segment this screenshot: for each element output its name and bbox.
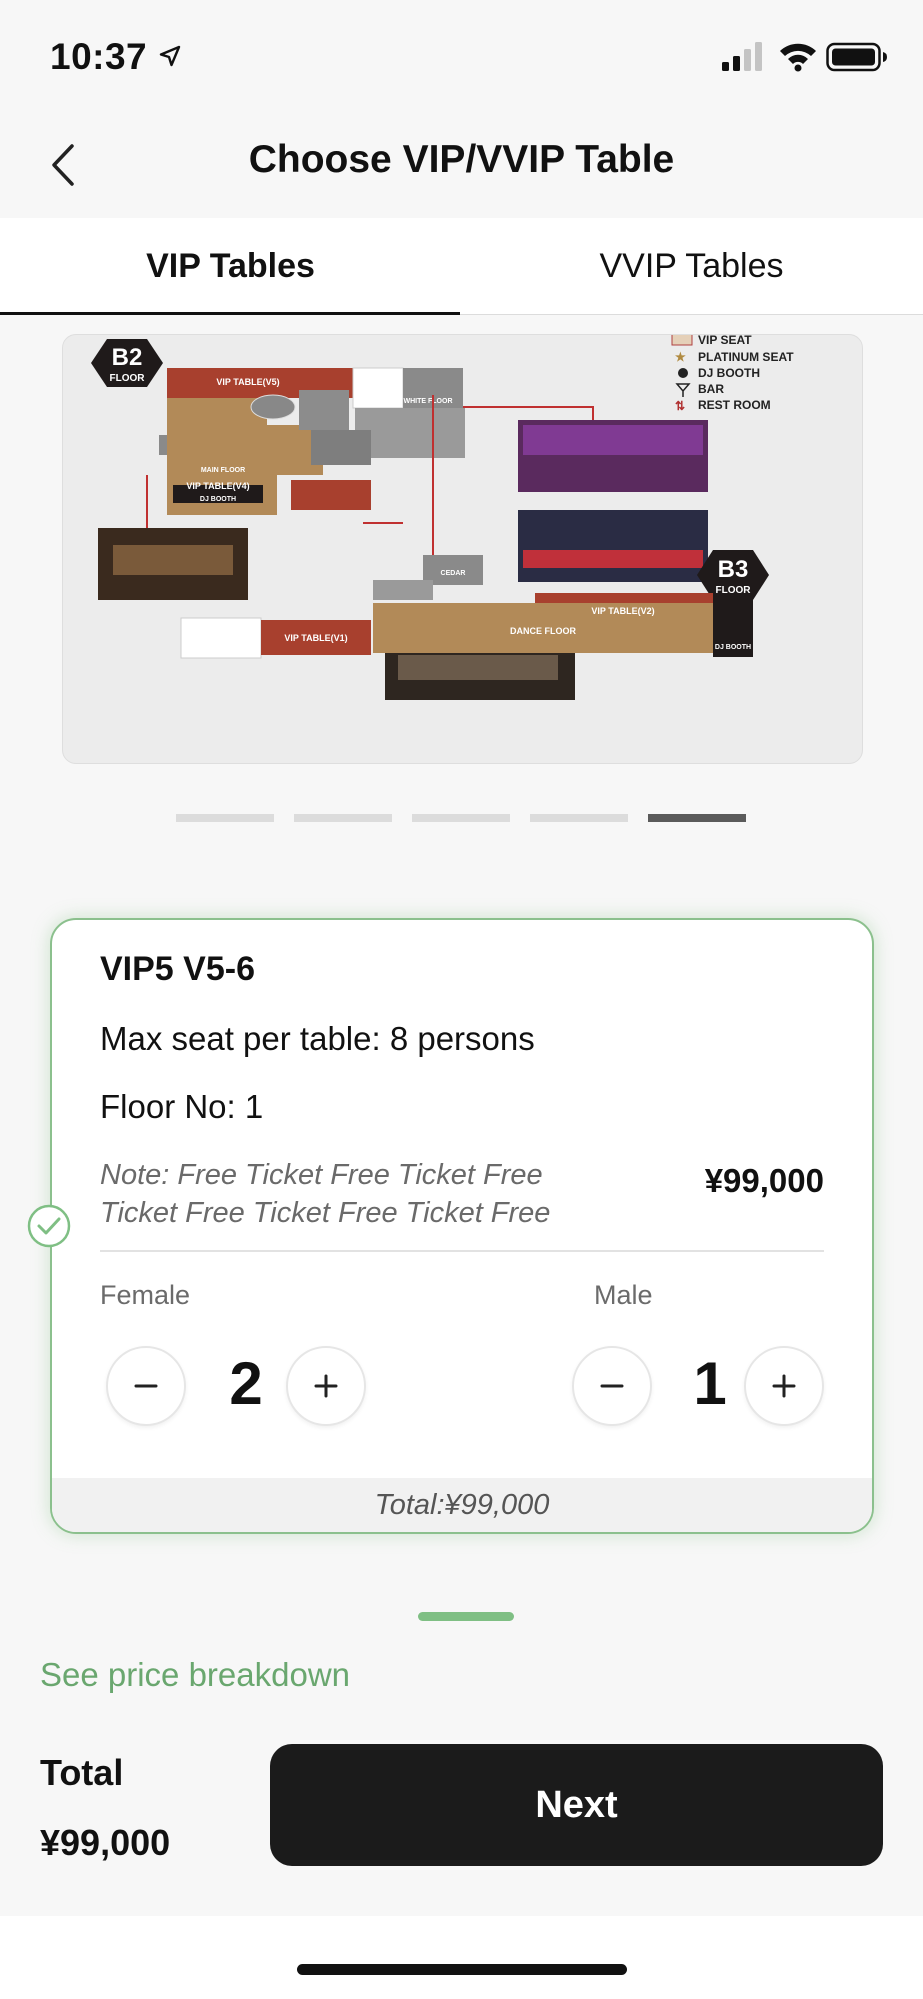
- bottom-safe-area: [0, 1916, 923, 1999]
- tab-vvip-tables[interactable]: VVIP Tables: [461, 218, 922, 314]
- female-count: 2: [229, 1350, 263, 1417]
- table-note: Note: Free Ticket Free Ticket Free Ticke…: [100, 1156, 620, 1232]
- table-price: ¥99,000: [704, 1162, 824, 1199]
- b2-floor-badge: B2 FLOOR: [91, 339, 163, 387]
- dj-booth-icon: [678, 368, 688, 378]
- max-seat-text: Max seat per table: 8 persons: [100, 1020, 535, 1057]
- selected-check-icon[interactable]: [27, 1204, 71, 1248]
- floor-map-drawing: VIP SEAT ★ PLATINUM SEAT DJ BOOTH BAR ⇅ …: [91, 335, 794, 700]
- battery-icon: [826, 42, 887, 72]
- legend-platinum-seat: PLATINUM SEAT: [698, 350, 794, 364]
- table-note-line-1: Note: Free Ticket Free Ticket Free: [100, 1159, 543, 1191]
- table-total: Total:¥99,000: [52, 1478, 872, 1532]
- svg-text:CEDAR: CEDAR: [441, 570, 466, 577]
- svg-text:VIP TABLE(V5): VIP TABLE(V5): [216, 377, 279, 387]
- wifi-icon: [780, 43, 816, 72]
- cellular-signal-icon: [722, 42, 762, 71]
- selected-table-card[interactable]: VIP5 V5-6 Max seat per table: 8 persons …: [50, 918, 874, 1534]
- svg-text:VIP TABLE(V4): VIP TABLE(V4): [186, 481, 249, 491]
- navigation-bar: Choose VIP/VVIP Table: [0, 110, 923, 219]
- next-button[interactable]: Next: [270, 1744, 883, 1866]
- page-dot-1[interactable]: [176, 814, 274, 822]
- male-count: 1: [693, 1350, 727, 1417]
- female-label: Female: [100, 1280, 191, 1310]
- male-decrement-button[interactable]: [572, 1346, 652, 1426]
- male-increment-button[interactable]: [744, 1346, 824, 1426]
- restroom-icon: ⇅: [675, 399, 685, 413]
- location-arrow-icon: [159, 45, 181, 67]
- male-label: Male: [594, 1280, 653, 1310]
- total-label: Total: [40, 1752, 124, 1793]
- svg-text:B2: B2: [112, 344, 143, 371]
- legend-vip-seat: VIP SEAT: [698, 335, 752, 347]
- page-dot-5[interactable]: [648, 814, 746, 822]
- female-increment-button[interactable]: [286, 1346, 366, 1426]
- plus-icon: [772, 1374, 796, 1398]
- bottom-sheet-handle[interactable]: [418, 1612, 514, 1621]
- table-note-line-2: Ticket Free Ticket Free Ticket Free: [100, 1197, 551, 1229]
- svg-text:VIP TABLE(V2): VIP TABLE(V2): [591, 606, 654, 616]
- svg-text:DJ BOOTH: DJ BOOTH: [715, 644, 751, 651]
- svg-text:B3: B3: [718, 556, 749, 583]
- svg-text:MAIN FLOOR: MAIN FLOOR: [201, 467, 245, 474]
- legend-bar: BAR: [698, 382, 724, 396]
- svg-text:WHITE FLOOR: WHITE FLOOR: [404, 398, 453, 405]
- floor-map-image[interactable]: VIP SEAT ★ PLATINUM SEAT DJ BOOTH BAR ⇅ …: [62, 334, 863, 764]
- female-decrement-button[interactable]: [106, 1346, 186, 1426]
- home-indicator[interactable]: [297, 1964, 627, 1975]
- svg-text:DJ BOOTH: DJ BOOTH: [200, 496, 236, 503]
- legend-rest-room: REST ROOM: [698, 398, 771, 412]
- star-icon: ★: [675, 350, 686, 364]
- active-tab-indicator: [0, 312, 460, 315]
- minus-icon: [134, 1384, 158, 1388]
- bar-icon: [675, 383, 691, 397]
- status-time: 10:37: [50, 36, 148, 77]
- page-title: Choose VIP/VVIP Table: [248, 138, 675, 181]
- page-dot-3[interactable]: [412, 814, 510, 822]
- divider: [100, 1250, 824, 1252]
- svg-text:FLOOR: FLOOR: [110, 373, 146, 384]
- table-type-tabs: VIP Tables VVIP Tables: [0, 218, 923, 315]
- svg-text:FLOOR: FLOOR: [716, 585, 752, 596]
- svg-text:VIP TABLE(V1): VIP TABLE(V1): [284, 633, 347, 643]
- plus-icon: [314, 1374, 338, 1398]
- page-dot-4[interactable]: [530, 814, 628, 822]
- total-value: ¥99,000: [40, 1822, 171, 1863]
- floor-number-text: Floor No: 1: [100, 1088, 264, 1125]
- see-price-breakdown-link[interactable]: See price breakdown: [40, 1656, 350, 1694]
- status-bar: 10:37: [0, 0, 923, 110]
- b2-floor-plan: VIP TABLE(V5) MAIN FLOOR VIP TABLE(V4) D…: [159, 367, 465, 515]
- tab-vip-tables[interactable]: VIP Tables: [0, 218, 461, 314]
- table-name: VIP5 V5-6: [100, 950, 255, 988]
- svg-text:DANCE FLOOR: DANCE FLOOR: [510, 626, 576, 636]
- page-dot-2[interactable]: [294, 814, 392, 822]
- minus-icon: [600, 1384, 624, 1388]
- legend-dj-booth: DJ BOOTH: [698, 366, 760, 380]
- carousel-page-indicator: [176, 814, 748, 824]
